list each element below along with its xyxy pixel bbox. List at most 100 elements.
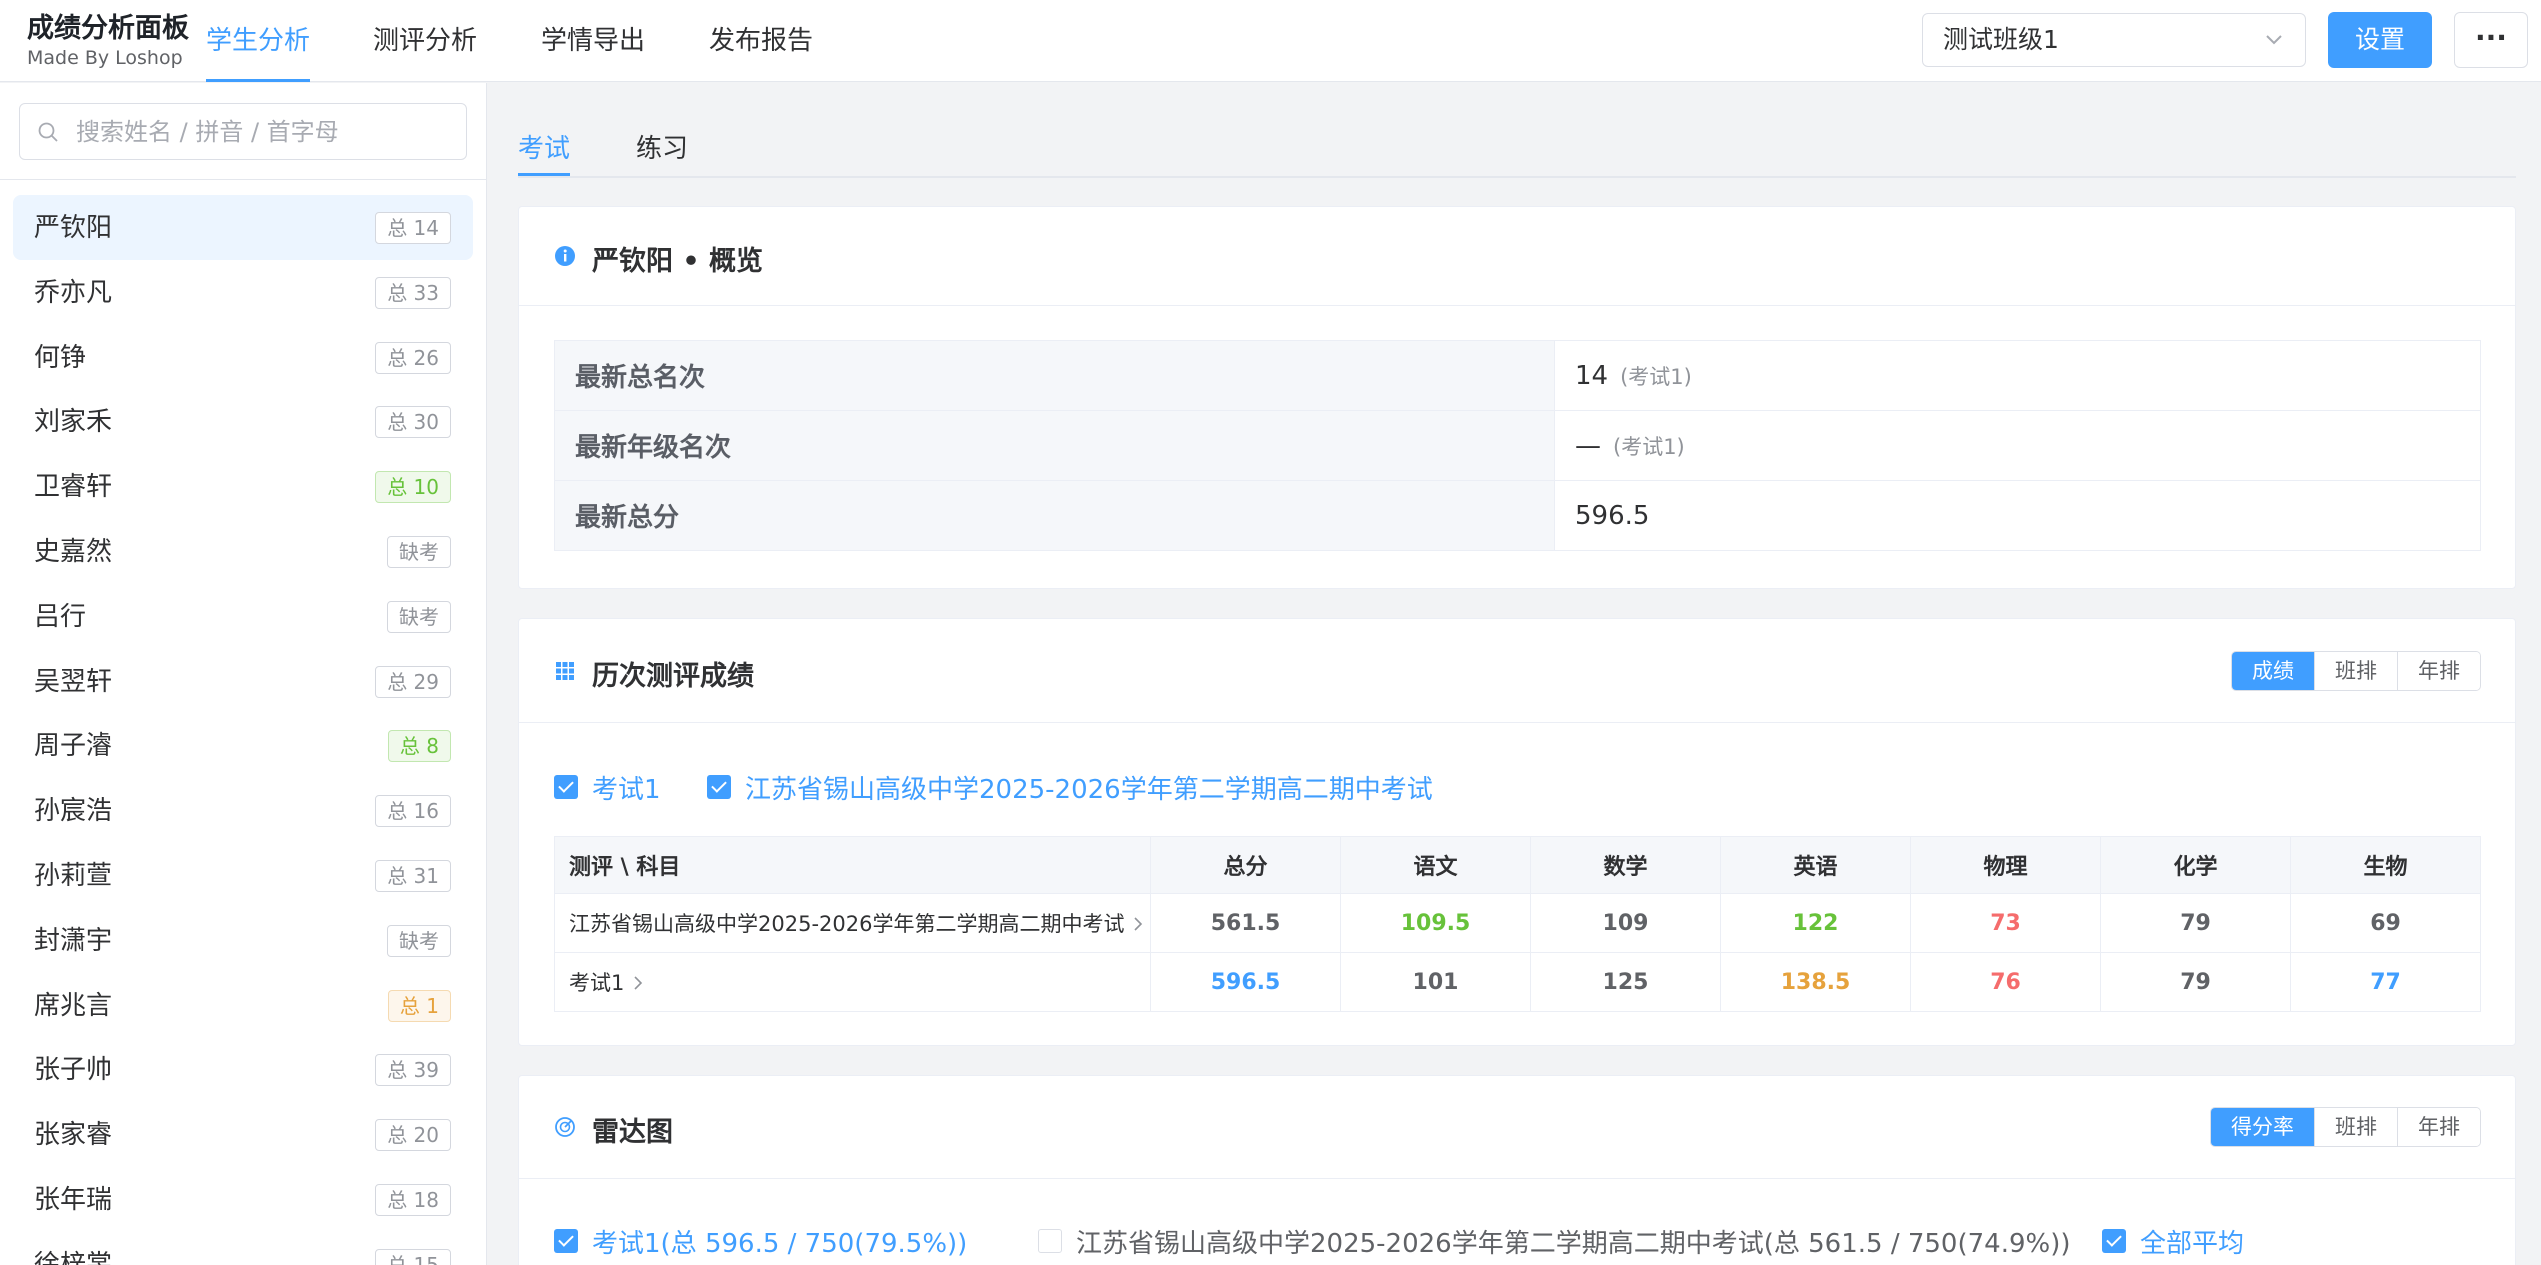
student-list-item[interactable]: 席兆言 总 1	[13, 973, 473, 1038]
radar-check-midterm[interactable]: 江苏省锡山高级中学2025-2026学年第二学期高二期中考试(总 561.5 /…	[1038, 1226, 2071, 1259]
overview-row: 最新年级名次 — (考试1)	[554, 410, 2481, 481]
search-input[interactable]	[76, 112, 456, 152]
table-column-header: 生物	[2290, 836, 2481, 894]
student-name: 孙莉萱	[34, 860, 113, 891]
student-list-item[interactable]: 史嘉然 缺考	[13, 519, 473, 584]
assessment-name-cell[interactable]: 江苏省锡山高级中学2025-2026学年第二学期高二期中考试	[554, 893, 1151, 953]
student-list-item[interactable]: 徐梓裳 总 15	[13, 1232, 473, 1265]
overview-key: 最新总名次	[554, 340, 1555, 411]
student-rank-badge: 总 29	[375, 665, 451, 698]
search-box[interactable]	[19, 103, 467, 160]
student-name: 封潇宇	[34, 925, 113, 956]
student-name: 吕行	[34, 601, 87, 632]
student-name: 周子濬	[34, 731, 113, 762]
student-rank-badge: 缺考	[387, 535, 451, 568]
assessment-name-cell[interactable]: 考试1	[554, 952, 1151, 1012]
radar-mode-grade-rank[interactable]: 年排	[2397, 1108, 2480, 1146]
radar-check-average[interactable]: 全部平均	[2102, 1226, 2244, 1259]
top-bar: 成绩分析面板 Made By Loshop 学生分析 测评分析 学情导出 发布报…	[0, 0, 2541, 82]
student-list-item[interactable]: 周子濬 总 8	[13, 713, 473, 778]
student-list-item[interactable]: 孙莉萱 总 31	[13, 843, 473, 908]
radar-mode-toggle: 得分率 班排 年排	[2210, 1107, 2481, 1147]
overview-title: 严钦阳 • 概览	[592, 246, 764, 277]
history-check-exam1[interactable]: 考试1	[554, 772, 661, 805]
nav-export[interactable]: 学情导出	[541, 0, 645, 82]
checkbox-checked-icon	[554, 1229, 578, 1253]
student-list-item[interactable]: 严钦阳 总 14	[13, 195, 473, 260]
student-list-item[interactable]: 张子帅 总 39	[13, 1037, 473, 1102]
score-cell: 101	[1340, 952, 1531, 1012]
brand: 成绩分析面板 Made By Loshop	[27, 12, 189, 69]
student-rank-badge: 总 20	[375, 1119, 451, 1152]
class-select[interactable]: 测试班级1	[1922, 13, 2306, 67]
student-name: 席兆言	[34, 990, 113, 1021]
student-list-item[interactable]: 何铮 总 26	[13, 325, 473, 390]
overview-header: 严钦阳 • 概览	[519, 207, 2515, 306]
radar-check-label: 全部平均	[2140, 1228, 2245, 1259]
student-name: 孙宸浩	[34, 796, 113, 827]
student-list-item[interactable]: 刘家禾 总 30	[13, 389, 473, 454]
radar-check-exam1[interactable]: 考试1(总 596.5 / 750(79.5%))	[554, 1226, 967, 1259]
brand-subtitle: Made By Loshop	[27, 47, 183, 69]
history-mode-class-rank[interactable]: 班排	[2314, 652, 2397, 690]
brand-title: 成绩分析面板	[27, 13, 189, 44]
student-list-item[interactable]: 张家睿 总 20	[13, 1102, 473, 1167]
score-cell: 69	[2290, 893, 2481, 953]
tab-practice[interactable]: 练习	[636, 128, 688, 176]
radar-check-label: 江苏省锡山高级中学2025-2026学年第二学期高二期中考试(总 561.5 /…	[1076, 1228, 2071, 1259]
overview-value: 596.5	[1575, 500, 1650, 531]
grid-icon	[556, 662, 574, 680]
student-name: 张子帅	[34, 1055, 113, 1086]
student-list-item[interactable]: 乔亦凡 总 33	[13, 260, 473, 325]
history-mode-score[interactable]: 成绩	[2232, 652, 2314, 690]
table-column-header: 语文	[1340, 836, 1531, 894]
overview-key: 最新总分	[554, 480, 1555, 551]
more-button[interactable]: ···	[2454, 12, 2528, 68]
student-list-item[interactable]: 封潇宇 缺考	[13, 908, 473, 973]
overview-value: —	[1575, 430, 1601, 461]
score-cell: 73	[1910, 893, 2101, 953]
radar-card: 雷达图 得分率 班排 年排 考试1(总 596.5 / 750(79.5%)) …	[518, 1075, 2516, 1265]
student-rank-badge: 总 14	[375, 212, 451, 244]
history-mode-grade-rank[interactable]: 年排	[2397, 652, 2480, 690]
table-column-header: 英语	[1720, 836, 1911, 894]
history-check-label: 江苏省锡山高级中学2025-2026学年第二学期高二期中考试	[745, 774, 1433, 805]
table-header-row: 测评 \ 科目 总分 语文 数学 英语 物理 化学 生物	[554, 836, 2481, 894]
radar-mode-score-rate[interactable]: 得分率	[2211, 1108, 2314, 1146]
student-rank-badge: 缺考	[387, 600, 451, 633]
nav-publish-report[interactable]: 发布报告	[709, 0, 813, 82]
student-name: 乔亦凡	[34, 277, 113, 308]
student-name: 卫睿轩	[34, 472, 113, 503]
student-list-item[interactable]: 吕行 缺考	[13, 584, 473, 649]
nav-student-analysis[interactable]: 学生分析	[206, 0, 311, 82]
nav-assessment-analysis[interactable]: 测评分析	[373, 0, 477, 82]
student-list-item[interactable]: 张年瑞 总 18	[13, 1167, 473, 1232]
overview-value-cell: 596.5	[1554, 480, 2481, 551]
overview-row: 最新总名次 14 (考试1)	[554, 340, 2481, 411]
student-name: 史嘉然	[34, 536, 113, 567]
chevron-right-icon	[1132, 913, 1144, 937]
student-rank-badge: 总 30	[375, 406, 451, 439]
student-list-item[interactable]: 卫睿轩 总 10	[13, 454, 473, 519]
score-cell: 122	[1720, 893, 1911, 953]
history-check-midterm[interactable]: 江苏省锡山高级中学2025-2026学年第二学期高二期中考试	[707, 772, 1433, 805]
radar-icon	[555, 1117, 575, 1137]
student-list-item[interactable]: 吴翌轩 总 29	[13, 649, 473, 714]
overview-sub: (考试1)	[1613, 434, 1685, 459]
student-name: 徐梓裳	[34, 1249, 113, 1265]
score-cell: 79	[2100, 893, 2291, 953]
history-check-label: 考试1	[592, 774, 661, 805]
history-mode-toggle: 成绩 班排 年排	[2231, 651, 2481, 691]
table-column-header: 数学	[1530, 836, 1721, 894]
tab-exam[interactable]: 考试	[518, 128, 571, 176]
student-list-item[interactable]: 孙宸浩 总 16	[13, 778, 473, 843]
assessment-name: 江苏省锡山高级中学2025-2026学年第二学期高二期中考试	[569, 912, 1125, 936]
overview-value: 14	[1575, 360, 1609, 391]
student-name: 严钦阳	[34, 213, 113, 243]
history-header: 历次测评成绩 成绩 班排 年排	[519, 619, 2515, 723]
table-column-header: 总分	[1150, 836, 1341, 894]
radar-mode-class-rank[interactable]: 班排	[2314, 1108, 2397, 1146]
settings-button[interactable]: 设置	[2328, 12, 2432, 68]
checkbox-checked-icon	[554, 775, 578, 799]
score-cell: 138.5	[1720, 952, 1911, 1012]
